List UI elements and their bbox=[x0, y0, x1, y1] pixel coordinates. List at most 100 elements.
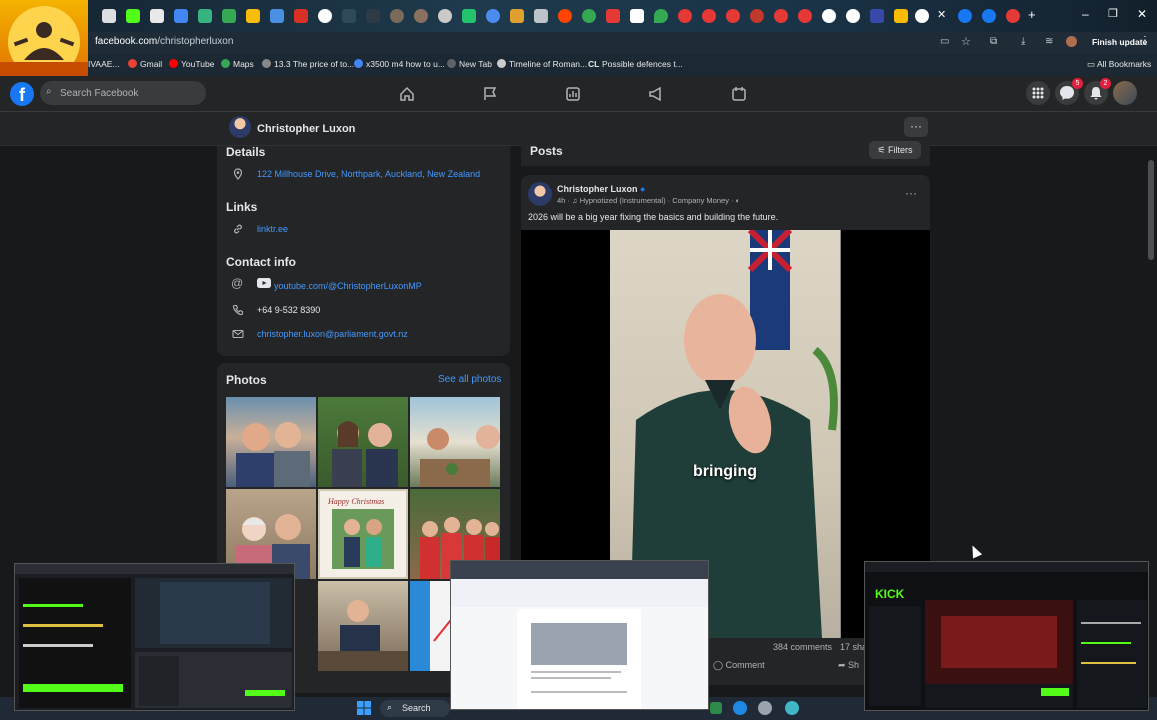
tab-favicon-icon[interactable] bbox=[630, 9, 644, 23]
bookmark-item[interactable]: Timeline of Roman... bbox=[497, 59, 587, 69]
bookmark-item[interactable]: x3500 m4 how to u... bbox=[354, 59, 445, 69]
tab-favicon-icon[interactable] bbox=[174, 9, 188, 23]
tab-favicon-icon[interactable] bbox=[894, 9, 908, 23]
post-author-name[interactable]: Christopher Luxon ● bbox=[557, 184, 645, 194]
tab-favicon-icon[interactable] bbox=[582, 9, 596, 23]
bookmark-item[interactable]: Gmail bbox=[128, 59, 162, 69]
photo-thumbnail[interactable] bbox=[318, 397, 408, 487]
taskbar-settings-icon[interactable] bbox=[758, 701, 772, 715]
profile-picture[interactable] bbox=[229, 116, 251, 138]
tab-favicon-icon[interactable] bbox=[294, 9, 308, 23]
profile-name[interactable]: Christopher Luxon bbox=[257, 123, 355, 135]
profile-more-button[interactable]: ··· bbox=[904, 117, 928, 137]
see-all-photos-link[interactable]: See all photos bbox=[438, 374, 501, 385]
bookmark-item[interactable]: Maps bbox=[221, 59, 254, 69]
tab-favicon-icon[interactable] bbox=[702, 9, 716, 23]
bookmark-item[interactable]: IVAAE... bbox=[88, 59, 120, 69]
all-bookmarks-button[interactable]: ▭ All Bookmarks bbox=[1087, 59, 1151, 70]
post-author-avatar[interactable] bbox=[528, 182, 552, 206]
bookmark-item[interactable]: YouTube bbox=[169, 59, 214, 69]
facebook-logo-icon[interactable]: f bbox=[10, 82, 34, 106]
linktree-link[interactable]: linktr.ee bbox=[257, 224, 288, 234]
tab-favicon-icon[interactable] bbox=[606, 9, 620, 23]
pages-flag-icon[interactable] bbox=[482, 86, 498, 102]
tab-favicon-icon[interactable] bbox=[915, 9, 929, 23]
new-tab-icon[interactable]: + bbox=[1028, 7, 1036, 22]
tab-favicon-icon[interactable] bbox=[318, 9, 332, 23]
window-preview-thumbnail[interactable]: KICK bbox=[864, 561, 1149, 711]
comments-count[interactable]: 384 comments bbox=[773, 642, 832, 652]
home-icon[interactable] bbox=[399, 86, 415, 102]
finish-update-button[interactable]: Finish update bbox=[1092, 37, 1147, 47]
ads-megaphone-icon[interactable] bbox=[648, 86, 664, 102]
tab-favicon-icon[interactable] bbox=[1006, 9, 1020, 23]
bookmark-item[interactable]: 13.3 The price of to... bbox=[262, 59, 354, 69]
post-more-button[interactable]: ··· bbox=[905, 186, 917, 200]
tab-favicon-icon[interactable] bbox=[486, 9, 500, 23]
tab-favicon-icon[interactable] bbox=[390, 9, 404, 23]
tab-favicon-icon[interactable] bbox=[774, 9, 788, 23]
email-link[interactable]: christopher.luxon@parliament.govt.nz bbox=[257, 329, 408, 339]
windows-start-icon[interactable] bbox=[357, 701, 371, 715]
share-button[interactable]: ➦ Sh bbox=[838, 660, 859, 671]
tab-favicon-icon[interactable] bbox=[726, 9, 740, 23]
tab-favicon-icon[interactable] bbox=[558, 9, 572, 23]
extensions-icon[interactable]: ⧉ bbox=[990, 36, 997, 47]
photo-thumbnail[interactable] bbox=[318, 581, 408, 671]
restore-icon[interactable]: ❐ bbox=[1108, 7, 1118, 20]
download-icon[interactable]: ⤓ bbox=[1021, 36, 1025, 47]
tab-favicon-icon[interactable] bbox=[870, 9, 884, 23]
photo-thumbnail[interactable]: Happy Christmas bbox=[318, 489, 408, 579]
photo-thumbnail[interactable] bbox=[226, 397, 316, 487]
url-text[interactable]: facebook.com/christopherluxon bbox=[95, 36, 233, 47]
tab-favicon-icon[interactable] bbox=[958, 9, 972, 23]
tab-favicon-icon[interactable] bbox=[102, 9, 116, 23]
window-preview-thumbnail[interactable] bbox=[450, 560, 709, 710]
taskbar-app-icon[interactable] bbox=[733, 701, 747, 715]
address-link[interactable]: 122 Millhouse Drive, Northpark, Auckland… bbox=[257, 169, 480, 179]
bookmark-item[interactable]: Possible defences t... bbox=[602, 59, 683, 69]
minimize-icon[interactable]: – bbox=[1082, 7, 1089, 21]
tab-favicon-icon[interactable] bbox=[654, 9, 668, 23]
taskbar-app-icon[interactable] bbox=[785, 701, 799, 715]
shares-count[interactable]: 17 sha bbox=[840, 642, 867, 652]
tab-favicon-icon[interactable] bbox=[822, 9, 836, 23]
taskbar-app-icon[interactable] bbox=[710, 702, 722, 714]
tab-favicon-icon[interactable] bbox=[342, 9, 356, 23]
tab-favicon-icon[interactable] bbox=[846, 9, 860, 23]
tab-favicon-icon[interactable] bbox=[982, 9, 996, 23]
phone-number[interactable]: +64 9-532 8390 bbox=[257, 305, 320, 315]
cast-icon[interactable]: ▭ bbox=[940, 36, 949, 47]
youtube-link[interactable]: youtube.com/@ChristopherLuxonMP bbox=[274, 281, 422, 291]
close-window-icon[interactable]: ✕ bbox=[1137, 7, 1147, 21]
bookmark-item[interactable]: New Tab bbox=[447, 59, 492, 69]
tab-favicon-icon[interactable] bbox=[198, 9, 212, 23]
tab-favicon-icon[interactable] bbox=[126, 9, 140, 23]
tab-favicon-icon[interactable] bbox=[438, 9, 452, 23]
account-avatar[interactable] bbox=[1113, 81, 1137, 105]
settings-icon[interactable]: ≋ bbox=[1045, 36, 1053, 47]
tab-favicon-icon[interactable] bbox=[678, 9, 692, 23]
filters-button[interactable]: ⚟ Filters bbox=[869, 141, 921, 159]
bookmark-star-icon[interactable]: ☆ bbox=[961, 35, 971, 48]
close-tab-icon[interactable]: ✕ bbox=[937, 8, 946, 21]
bookmark-folder-icon[interactable]: CL bbox=[588, 59, 599, 69]
tab-favicon-icon[interactable] bbox=[366, 9, 380, 23]
menu-grid-button[interactable] bbox=[1026, 81, 1050, 105]
events-calendar-icon[interactable] bbox=[731, 86, 747, 102]
profile-avatar-icon[interactable] bbox=[1066, 36, 1077, 47]
comment-button[interactable]: ◯ Comment bbox=[713, 660, 765, 671]
tab-favicon-icon[interactable] bbox=[750, 9, 764, 23]
tab-favicon-icon[interactable] bbox=[246, 9, 260, 23]
window-preview-thumbnail[interactable] bbox=[14, 563, 295, 711]
photo-thumbnail[interactable] bbox=[410, 397, 500, 487]
browser-menu-icon[interactable]: ⋮ bbox=[1140, 35, 1150, 46]
scrollbar-thumb[interactable] bbox=[1148, 160, 1154, 260]
insights-icon[interactable] bbox=[565, 86, 581, 102]
tab-favicon-icon[interactable] bbox=[150, 9, 164, 23]
tab-favicon-icon[interactable] bbox=[462, 9, 476, 23]
tab-favicon-icon[interactable] bbox=[534, 9, 548, 23]
tab-favicon-icon[interactable] bbox=[270, 9, 284, 23]
tab-favicon-icon[interactable] bbox=[414, 9, 428, 23]
tab-favicon-icon[interactable] bbox=[510, 9, 524, 23]
